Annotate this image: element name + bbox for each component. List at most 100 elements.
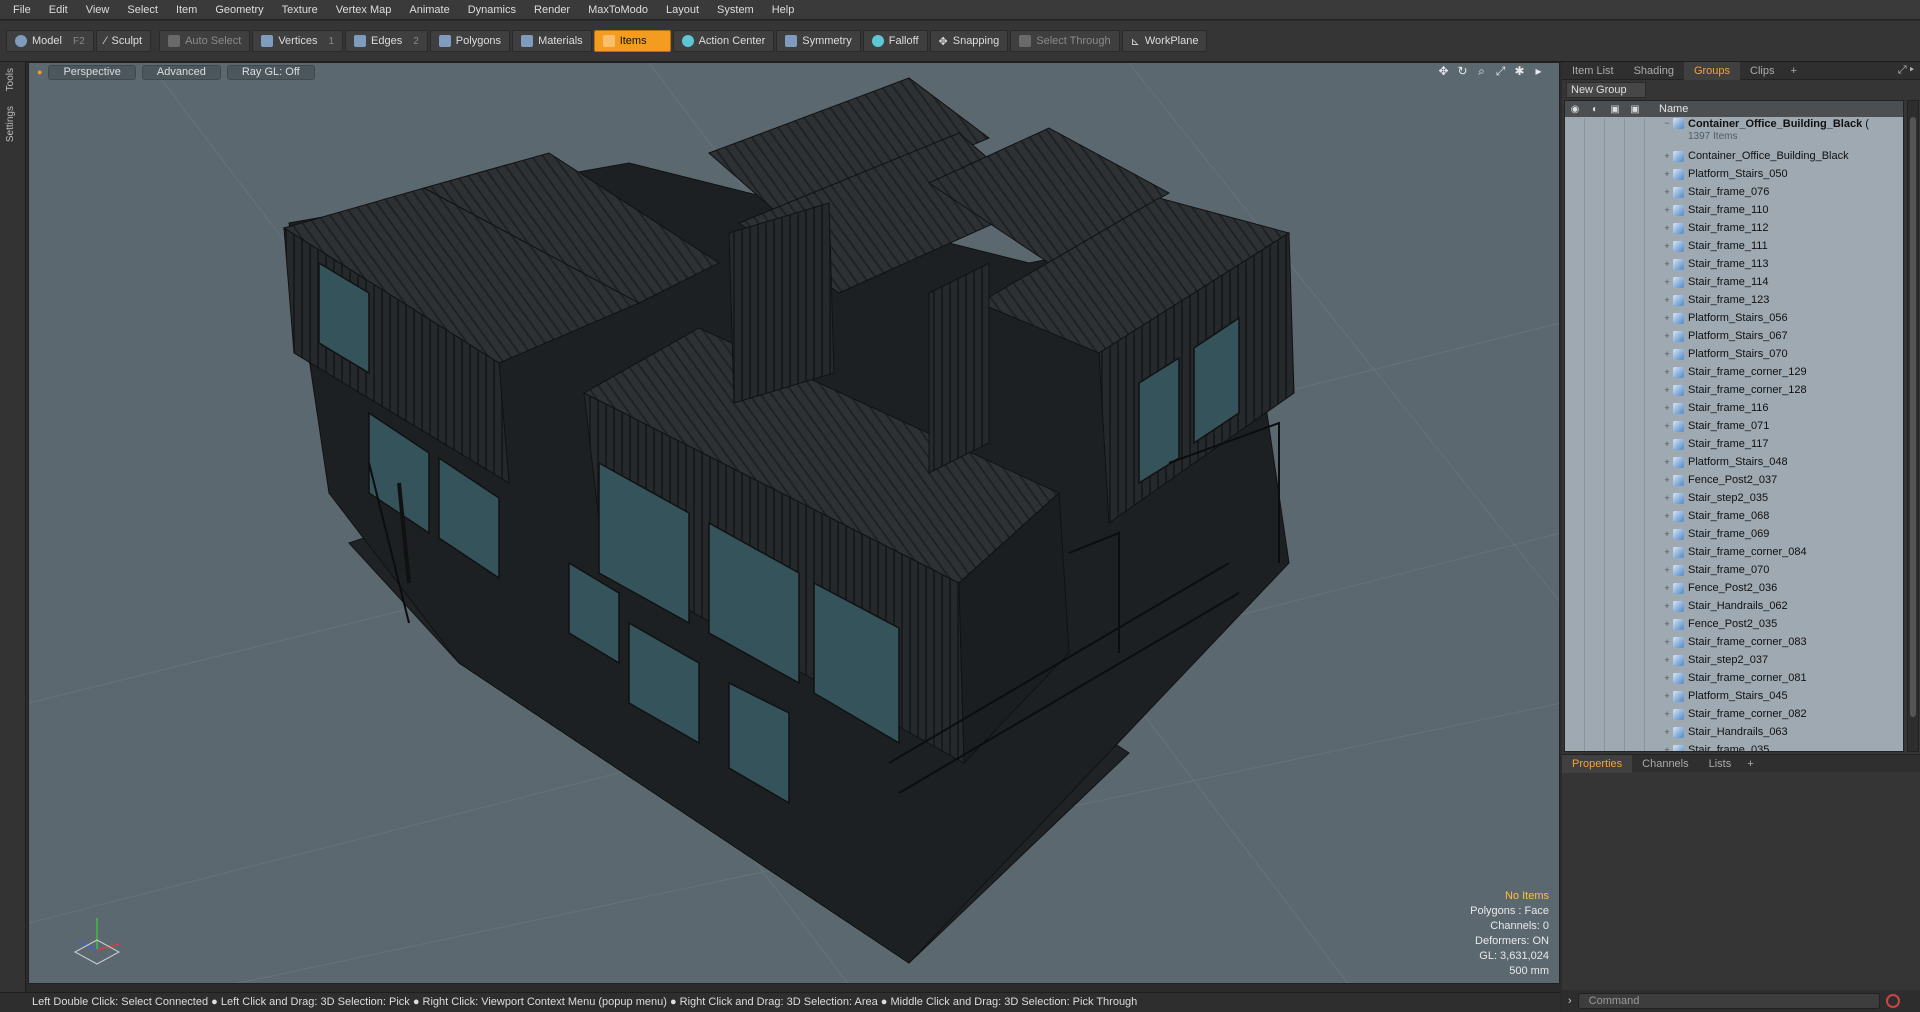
menu-system[interactable]: System (708, 0, 763, 20)
list-item[interactable]: + Stair_frame_corner_083 (1565, 633, 1903, 651)
materials-button[interactable]: Materials (512, 30, 592, 52)
list-item[interactable]: + Container_Office_Building_Black (1565, 147, 1903, 165)
list-item[interactable]: + Stair_step2_035 (1565, 489, 1903, 507)
list-item[interactable]: + Stair_Handrails_063 (1565, 723, 1903, 741)
group-row[interactable]: − Container_Office_Building_Black ( 1397… (1565, 117, 1903, 147)
tab-shading[interactable]: Shading (1624, 62, 1684, 80)
list-item[interactable]: + Stair_frame_071 (1565, 417, 1903, 435)
list-item[interactable]: + Stair_frame_070 (1565, 561, 1903, 579)
arrow-right-icon[interactable]: ▸ (1532, 65, 1545, 78)
menu-view[interactable]: View (77, 0, 119, 20)
perspective-dropdown[interactable]: Perspective (48, 64, 136, 80)
groups-list[interactable]: ◉ ◐ ▣ ▣ Name − Container_Office_Building… (1564, 100, 1904, 752)
tab-groups[interactable]: Groups (1683, 61, 1741, 80)
shading-dropdown[interactable]: Advanced (141, 64, 221, 80)
tab-clips[interactable]: Clips (1740, 62, 1784, 80)
list-item[interactable]: + Stair_frame_117 (1565, 435, 1903, 453)
viewport-menu-icon[interactable]: ● (37, 67, 42, 77)
menu-geometry[interactable]: Geometry (206, 0, 272, 20)
menu-vertex-map[interactable]: Vertex Map (327, 0, 401, 20)
list-item[interactable]: + Platform_Stairs_045 (1565, 687, 1903, 705)
list-scrollbar[interactable] (1907, 100, 1919, 752)
list-item[interactable]: + Stair_frame_111 (1565, 237, 1903, 255)
select-through-button[interactable]: Select Through (1010, 30, 1120, 52)
list-item[interactable]: + Stair_frame_116 (1565, 399, 1903, 417)
tab-item-list[interactable]: Item List (1562, 62, 1624, 80)
render-icon[interactable]: ◐ (1585, 104, 1605, 115)
symmetry-button[interactable]: Symmetry (776, 30, 861, 52)
new-group-button[interactable]: New Group (1566, 82, 1646, 98)
edges-button[interactable]: Edges 2 (345, 30, 428, 52)
sculpt-button[interactable]: ⁄ Sculpt (95, 30, 152, 52)
list-item[interactable]: + Stair_frame_corner_128 (1565, 381, 1903, 399)
list-item[interactable]: + Stair_frame_corner_081 (1565, 669, 1903, 687)
list-item[interactable]: + Platform_Stairs_070 (1565, 345, 1903, 363)
list-item[interactable]: + Stair_frame_035 (1565, 741, 1903, 751)
pan-icon[interactable]: ✥ (1437, 65, 1450, 78)
vertices-button[interactable]: Vertices 1 (252, 30, 344, 52)
menu-layout[interactable]: Layout (657, 0, 708, 20)
add-bottom-tab-button[interactable]: + (1741, 755, 1759, 773)
polygons-button[interactable]: Polygons (429, 30, 511, 52)
tab-channels[interactable]: Channels (1632, 755, 1698, 773)
lock-icon[interactable]: ▣ (1605, 104, 1625, 115)
menu-item[interactable]: Item (167, 0, 206, 20)
maximize-icon[interactable]: ⤢ (1494, 65, 1507, 78)
list-item[interactable]: + Stair_frame_113 (1565, 255, 1903, 273)
items-button[interactable]: Items (593, 30, 671, 52)
list-item[interactable]: + Platform_Stairs_056 (1565, 309, 1903, 327)
list-item[interactable]: + Stair_frame_110 (1565, 201, 1903, 219)
zoom-icon[interactable]: ⌕ (1475, 65, 1488, 78)
left-side-tabs: Tools Settings (0, 62, 26, 996)
menu-dynamics[interactable]: Dynamics (459, 0, 525, 20)
menu-help[interactable]: Help (763, 0, 804, 20)
list-item[interactable]: + Stair_step2_037 (1565, 651, 1903, 669)
list-item[interactable]: + Fence_Post2_036 (1565, 579, 1903, 597)
menu-animate[interactable]: Animate (400, 0, 458, 20)
eye-icon[interactable]: ◉ (1565, 104, 1585, 115)
collapse-icon[interactable]: − (1661, 118, 1673, 128)
menu-file[interactable]: File (4, 0, 40, 20)
rotate-icon[interactable]: ↻ (1456, 65, 1469, 78)
settings-tab[interactable]: Settings (5, 106, 16, 142)
list-item[interactable]: + Stair_frame_076 (1565, 183, 1903, 201)
tab-properties[interactable]: Properties (1562, 754, 1633, 773)
add-tab-button[interactable]: + (1784, 62, 1802, 80)
list-item[interactable]: + Stair_frame_corner_129 (1565, 363, 1903, 381)
name-column-header[interactable]: Name (1645, 103, 1688, 115)
list-item[interactable]: + Platform_Stairs_050 (1565, 165, 1903, 183)
list-item[interactable]: + Stair_frame_123 (1565, 291, 1903, 309)
list-item[interactable]: + Stair_Handrails_062 (1565, 597, 1903, 615)
menu-texture[interactable]: Texture (273, 0, 327, 20)
list-item[interactable]: + Stair_frame_069 (1565, 525, 1903, 543)
list-item[interactable]: + Stair_frame_112 (1565, 219, 1903, 237)
list-item[interactable]: + Stair_frame_114 (1565, 273, 1903, 291)
list-item[interactable]: + Fence_Post2_035 (1565, 615, 1903, 633)
list-item[interactable]: + Stair_frame_corner_084 (1565, 543, 1903, 561)
menu-edit[interactable]: Edit (40, 0, 77, 20)
list-item-label: Stair_frame_corner_083 (1688, 636, 1807, 648)
list-item[interactable]: + Platform_Stairs_067 (1565, 327, 1903, 345)
auto-select-button[interactable]: Auto Select (159, 30, 251, 52)
workplane-button[interactable]: ⊾ WorkPlane (1121, 30, 1208, 52)
action-center-button[interactable]: Action Center (672, 30, 775, 52)
raygl-dropdown[interactable]: Ray GL: Off (226, 64, 315, 80)
model-button[interactable]: Model F2 (6, 30, 94, 52)
command-input[interactable]: Command (1577, 993, 1880, 1009)
gear-icon[interactable]: ✱ (1513, 65, 1526, 78)
list-item[interactable]: + Fence_Post2_037 (1565, 471, 1903, 489)
list-item[interactable]: + Platform_Stairs_048 (1565, 453, 1903, 471)
tools-tab[interactable]: Tools (5, 68, 16, 91)
3d-viewport[interactable]: ● Perspective Advanced Ray GL: Off ✥ ↻ ⌕… (28, 62, 1560, 984)
menu-maxtomodo[interactable]: MaxToModo (579, 0, 657, 20)
list-item[interactable]: + Stair_frame_068 (1565, 507, 1903, 525)
select-icon[interactable]: ▣ (1625, 104, 1645, 115)
tab-lists[interactable]: Lists (1699, 755, 1742, 773)
falloff-button[interactable]: Falloff (862, 30, 928, 52)
maximize-panel-icon[interactable]: ⤢ ▸ (1898, 64, 1914, 77)
snapping-button[interactable]: ✥ Snapping (929, 30, 1009, 52)
menu-select[interactable]: Select (118, 0, 167, 20)
menu-render[interactable]: Render (525, 0, 579, 20)
list-item[interactable]: + Stair_frame_corner_082 (1565, 705, 1903, 723)
command-record-icon[interactable] (1885, 994, 1900, 1008)
